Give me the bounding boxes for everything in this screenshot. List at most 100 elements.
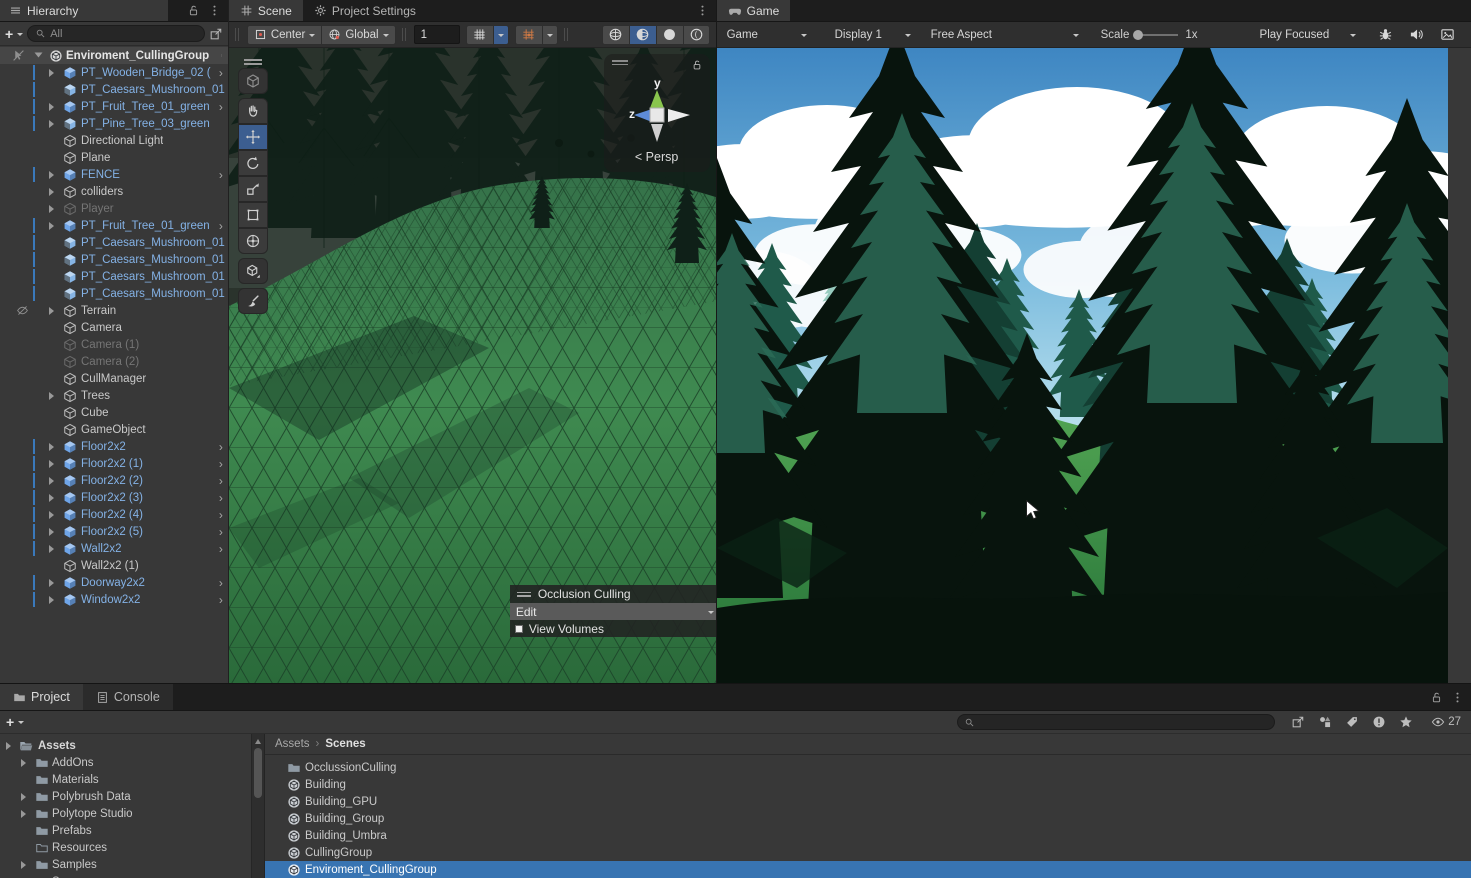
filter-by-type-icon[interactable] <box>1318 715 1332 729</box>
toolbar-grip[interactable] <box>235 28 239 41</box>
expand-arrow-icon[interactable] <box>49 511 54 519</box>
hierarchy-item[interactable]: Cube › <box>0 404 228 421</box>
hierarchy-item[interactable]: Floor2x2 (5) › <box>0 523 228 540</box>
scrollbar-thumb[interactable] <box>254 748 262 798</box>
expand-arrow-icon[interactable] <box>49 222 54 230</box>
hierarchy-item[interactable]: PT_Caesars_Mushroom_01 › <box>0 285 228 302</box>
prefab-nav-arrow-icon[interactable]: › <box>219 491 225 505</box>
scene-viewport[interactable]: y z < Persp Occlusion Cul <box>229 48 716 683</box>
terrain-brush-button[interactable] <box>238 288 268 314</box>
tab-project[interactable]: Project <box>0 684 83 710</box>
tab-scene[interactable]: Scene <box>229 0 303 21</box>
shading-wireframe-button[interactable] <box>602 25 629 45</box>
open-search-window-icon[interactable] <box>1291 715 1305 729</box>
hierarchy-item[interactable]: Camera › <box>0 319 228 336</box>
view-volumes-row[interactable]: View Volumes <box>510 620 716 637</box>
folder-item[interactable]: Scenes <box>0 873 264 878</box>
hierarchy-item[interactable]: Floor2x2 (3) › <box>0 489 228 506</box>
prefab-nav-arrow-icon[interactable]: › <box>219 100 225 114</box>
hierarchy-item[interactable]: Floor2x2 (1) › <box>0 455 228 472</box>
debug-bug-icon[interactable] <box>1378 27 1393 42</box>
import-alert-icon[interactable] <box>1372 715 1386 729</box>
folder-item[interactable]: AddOns <box>0 754 264 771</box>
expand-arrow-icon[interactable] <box>49 545 54 553</box>
breadcrumb-current[interactable]: Scenes <box>325 738 365 750</box>
open-search-window-icon[interactable] <box>209 27 223 41</box>
hierarchy-item[interactable]: Window2x2 › <box>0 591 228 608</box>
asset-item[interactable]: CullingGroup <box>265 844 1471 861</box>
expand-arrow-icon[interactable] <box>49 392 54 400</box>
hierarchy-item[interactable]: PT_Wooden_Bridge_02 ( › <box>0 64 228 81</box>
breadcrumb-root[interactable]: Assets <box>275 738 310 750</box>
expand-arrow-icon[interactable] <box>21 759 26 767</box>
prefab-nav-arrow-icon[interactable]: › <box>219 440 225 454</box>
folder-item[interactable]: Prefabs <box>0 822 264 839</box>
tab-project-settings[interactable]: Project Settings <box>303 0 427 21</box>
asset-item[interactable]: OcclussionCulling <box>265 759 1471 776</box>
expand-arrow-icon[interactable] <box>49 120 54 128</box>
folder-tree-scrollbar[interactable] <box>251 734 264 878</box>
prefab-nav-arrow-icon[interactable]: › <box>219 457 225 471</box>
lock-icon[interactable] <box>187 4 200 17</box>
overlay-drag-handle[interactable] <box>612 60 628 67</box>
expand-arrow-icon[interactable] <box>49 307 54 315</box>
hierarchy-item[interactable]: PT_Pine_Tree_03_green › <box>0 115 228 132</box>
expand-arrow-icon[interactable] <box>49 596 54 604</box>
add-object-button[interactable]: + <box>5 27 13 41</box>
expand-arrow-icon[interactable] <box>49 579 54 587</box>
expand-arrow-icon[interactable] <box>21 793 26 801</box>
hierarchy-item[interactable]: Plane › <box>0 149 228 166</box>
rotate-tool-button[interactable] <box>238 150 268 176</box>
expand-arrow-icon[interactable] <box>6 742 11 750</box>
hierarchy-item[interactable]: Wall2x2 › <box>0 540 228 557</box>
prefab-nav-arrow-icon[interactable]: › <box>219 219 225 233</box>
favorites-star-icon[interactable] <box>1399 715 1413 729</box>
asset-item[interactable]: Enviroment_CullingGroup <box>265 861 1471 878</box>
tab-hierarchy[interactable]: Hierarchy <box>0 0 168 21</box>
orientation-dropdown[interactable]: Global <box>321 25 395 45</box>
expand-arrow-icon[interactable] <box>35 52 43 57</box>
hierarchy-item[interactable]: GameObject › <box>0 421 228 438</box>
hierarchy-item[interactable]: Directional Light › <box>0 132 228 149</box>
scale-slider-knob[interactable] <box>1133 30 1143 40</box>
expand-arrow-icon[interactable] <box>49 528 54 536</box>
folder-item[interactable]: Assets <box>0 737 264 754</box>
hierarchy-scene-root[interactable]: Enviroment_CullingGroup <box>0 47 228 64</box>
project-search-input[interactable] <box>979 716 1268 728</box>
transform-tool-button[interactable] <box>238 228 268 254</box>
prefab-nav-arrow-icon[interactable]: › <box>219 66 225 80</box>
prefab-nav-arrow-icon[interactable]: › <box>219 168 225 182</box>
snap-increment-dropdown[interactable] <box>542 25 558 45</box>
asset-item[interactable]: Building_GPU <box>265 793 1471 810</box>
expand-arrow-icon[interactable] <box>49 494 54 502</box>
prefab-nav-arrow-icon[interactable]: › <box>219 593 225 607</box>
axis-gizmo[interactable]: y z <box>612 76 702 148</box>
hierarchy-item[interactable]: Trees › <box>0 387 228 404</box>
focus-mode-dropdown[interactable]: Play Focused <box>1256 29 1360 41</box>
folder-item[interactable]: Samples <box>0 856 264 873</box>
project-search[interactable] <box>957 714 1275 730</box>
pivot-mode-dropdown[interactable]: Center <box>247 25 322 45</box>
folder-item[interactable]: Polytope Studio <box>0 805 264 822</box>
add-object-dropdown-icon[interactable] <box>17 33 23 39</box>
custom-tools-button[interactable] <box>238 258 268 284</box>
view-tool-button[interactable] <box>238 68 268 94</box>
lock-icon[interactable] <box>691 59 703 71</box>
prefab-nav-arrow-icon[interactable]: › <box>219 525 225 539</box>
expand-arrow-icon[interactable] <box>21 861 26 869</box>
hierarchy-item[interactable]: PT_Caesars_Mushroom_01 › <box>0 234 228 251</box>
prefab-nav-arrow-icon[interactable]: › <box>219 542 225 556</box>
tab-console[interactable]: Console <box>83 684 173 710</box>
expand-arrow-icon[interactable] <box>49 171 54 179</box>
aspect-ratio-dropdown[interactable]: Free Aspect <box>927 29 1083 41</box>
folder-item[interactable]: Resources <box>0 839 264 856</box>
grid-visibility-button[interactable] <box>466 25 493 45</box>
scale-tool-button[interactable] <box>238 176 268 202</box>
overlay-drag-handle[interactable] <box>244 56 262 68</box>
hierarchy-item[interactable]: PT_Fruit_Tree_01_green › <box>0 217 228 234</box>
kebab-menu-icon[interactable] <box>696 4 709 17</box>
grid-visibility-dropdown[interactable] <box>493 25 509 45</box>
filter-by-label-icon[interactable] <box>1345 715 1359 729</box>
hierarchy-item[interactable]: Doorway2x2 › <box>0 574 228 591</box>
hidden-items-toggle[interactable]: 27 <box>1431 715 1461 729</box>
